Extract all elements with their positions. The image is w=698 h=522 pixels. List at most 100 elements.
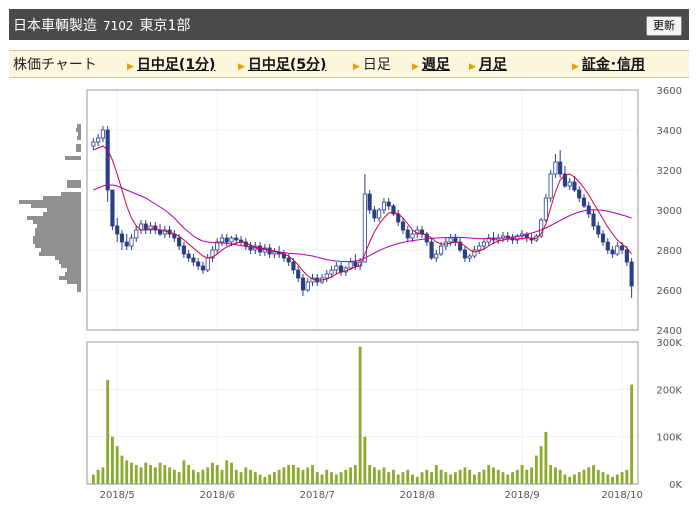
- volume-profile-bar: [43, 196, 81, 200]
- volume-bar: [625, 469, 629, 484]
- volume-bar: [191, 469, 195, 484]
- candle-body: [291, 261, 296, 271]
- candle-body: [405, 229, 410, 239]
- candle-body: [305, 281, 310, 291]
- volume-bar: [463, 467, 467, 484]
- triangle-right-icon: ▶: [412, 62, 419, 72]
- stock-chart: 2400 2600 2800 3000 3200 3400 3600 0K 100K 200K 3…: [19, 86, 682, 501]
- volume-bar: [282, 467, 286, 484]
- volume-bar: [487, 465, 491, 484]
- volume-bar: [306, 467, 310, 484]
- date-tick-label: 2018/6: [200, 490, 235, 501]
- volume-bar: [253, 472, 257, 484]
- candle-body: [143, 223, 148, 231]
- volume-bar: [134, 465, 138, 484]
- volume-bar: [587, 467, 591, 484]
- nav-monthly[interactable]: ▶ 月足: [469, 54, 507, 74]
- volume-profile-bar: [47, 208, 81, 212]
- price-tick-label: 3000: [657, 206, 682, 217]
- candle-body: [353, 261, 358, 267]
- candle-body: [186, 253, 191, 259]
- candle-body: [115, 225, 120, 235]
- volume-bar: [163, 465, 167, 484]
- volume-bar: [130, 462, 133, 484]
- candle-body: [219, 237, 225, 243]
- volume-bar: [339, 472, 343, 484]
- volume-bar: [615, 474, 619, 484]
- nav-margin-credit[interactable]: ▶ 証金･信用: [572, 54, 645, 74]
- moving-average-short: [93, 145, 632, 281]
- volume-profile-bar: [59, 276, 81, 280]
- candle-body: [472, 249, 477, 257]
- volume-profile-bar: [39, 252, 81, 256]
- nav-label: 日足: [362, 57, 391, 73]
- volume-bar: [425, 469, 429, 484]
- volume-bar: [444, 472, 448, 484]
- volume-bar: [187, 465, 191, 484]
- price-tick-label: 3400: [657, 126, 682, 137]
- volume-profile-bar: [76, 144, 81, 148]
- volume-bar: [272, 472, 276, 484]
- volume-tick-label: 300K: [656, 338, 682, 349]
- candle-body: [410, 233, 415, 239]
- volume-profile-bar: [33, 240, 81, 244]
- volume-bar: [91, 474, 95, 484]
- price-axis: 2400 2600 2800 3000 3200 3400 3600: [657, 86, 682, 337]
- volume-bar: [439, 469, 443, 484]
- volume-bar: [153, 467, 157, 484]
- volume-bar: [268, 474, 272, 484]
- volume-bar: [453, 472, 457, 484]
- candle-body: [610, 249, 615, 255]
- volume-profile-bar: [67, 184, 81, 188]
- volume-bar: [334, 474, 338, 484]
- candle-body: [477, 245, 482, 251]
- volume-bar: [377, 469, 381, 484]
- price-tick-label: 3200: [657, 166, 682, 177]
- volume-profile-bar: [19, 200, 81, 204]
- volume-bar: [182, 460, 186, 484]
- volume-profile-bar: [35, 228, 81, 232]
- candle-body: [600, 233, 606, 243]
- volume-profile-bar: [77, 288, 81, 292]
- volume-bar: [139, 467, 143, 484]
- chart-frames: [86, 89, 639, 485]
- nav-weekly[interactable]: ▶ 週足: [412, 54, 450, 74]
- volume-bar: [420, 472, 424, 484]
- volume-bar: [401, 472, 405, 484]
- volume-bar: [315, 472, 319, 484]
- triangle-right-icon: ▶: [353, 62, 360, 72]
- nav-label: 週足: [421, 57, 450, 73]
- nav-intraday-5min[interactable]: ▶ 日中足(5分): [238, 54, 326, 74]
- candle-body: [272, 251, 277, 255]
- candle-body: [439, 245, 444, 255]
- volume-bar: [415, 476, 419, 484]
- volume-bar: [372, 467, 376, 484]
- candle-body: [110, 189, 115, 227]
- volume-bar: [111, 436, 114, 484]
- volume-bar: [411, 474, 414, 484]
- market-name: 東京1部: [139, 18, 191, 34]
- volume-bar: [482, 469, 486, 484]
- volume-bar: [225, 460, 229, 484]
- volume-bar: [220, 469, 224, 484]
- candle-body: [224, 237, 229, 243]
- volume-profile-bar: [37, 224, 81, 228]
- volume-tick-label: 100K: [656, 433, 682, 444]
- volume-profile: [19, 124, 81, 292]
- candle-body: [334, 265, 339, 271]
- volume-bar: [292, 465, 295, 484]
- nav-intraday-1min[interactable]: ▶ 日中足(1分): [127, 54, 215, 74]
- volume-bar: [287, 465, 291, 484]
- volume-bar: [125, 460, 129, 484]
- volume-bar: [620, 472, 624, 484]
- refresh-button[interactable]: 更新: [646, 16, 682, 36]
- volume-bar: [330, 472, 333, 484]
- volume-bar: [325, 469, 329, 484]
- candle-body: [119, 233, 125, 243]
- volume-bar: [172, 469, 176, 484]
- volume-bar: [496, 469, 500, 484]
- candle-body: [372, 209, 377, 219]
- candle-body: [129, 237, 134, 247]
- volume-bar: [473, 474, 476, 484]
- volume-bar: [277, 469, 281, 484]
